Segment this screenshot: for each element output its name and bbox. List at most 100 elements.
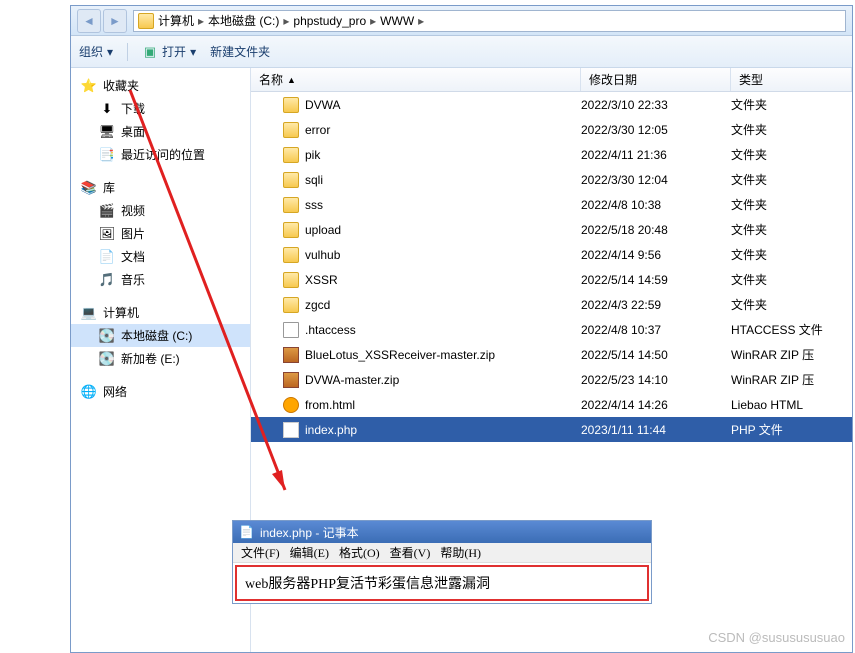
- breadcrumb[interactable]: 计算机▸ 本地磁盘 (C:)▸ phpstudy_pro▸ WWW▸: [133, 10, 846, 32]
- file-name: from.html: [305, 398, 355, 412]
- nav-item-label: 下载: [121, 100, 145, 117]
- file-date: 2022/5/14 14:59: [581, 273, 731, 287]
- nav-item-label: 图片: [121, 225, 145, 242]
- notepad-window: 📄index.php - 记事本 文件(F)编辑(E)格式(O)查看(V)帮助(…: [232, 520, 652, 604]
- nav-item-label: 最近访问的位置: [121, 146, 205, 163]
- file-type: 文件夹: [731, 271, 852, 288]
- file-type: 文件夹: [731, 96, 852, 113]
- file-name: index.php: [305, 423, 357, 437]
- file-date: 2022/4/3 22:59: [581, 298, 731, 312]
- breadcrumb-seg[interactable]: WWW: [380, 14, 414, 28]
- file-row[interactable]: XSSR 2022/5/14 14:59文件夹: [251, 267, 852, 292]
- file-type: 文件夹: [731, 121, 852, 138]
- file-name: XSSR: [305, 273, 338, 287]
- file-date: 2022/5/23 14:10: [581, 373, 731, 387]
- nav-item[interactable]: ⬇ 下载: [71, 97, 250, 120]
- nav-item-label: 新加卷 (E:): [121, 350, 180, 367]
- nav-item[interactable]: 🖥桌面: [71, 120, 250, 143]
- file-date: 2022/5/18 20:48: [581, 223, 731, 237]
- zip-icon: [283, 347, 299, 363]
- file-name: vulhub: [305, 248, 340, 262]
- file-row[interactable]: from.html2022/4/14 14:26Liebao HTML: [251, 392, 852, 417]
- file-date: 2022/3/30 12:04: [581, 173, 731, 187]
- file-type: HTACCESS 文件: [731, 321, 852, 338]
- file-date: 2022/4/14 14:26: [581, 398, 731, 412]
- libraries-header[interactable]: 📚库: [71, 176, 250, 199]
- zip-icon: [283, 372, 299, 388]
- column-headers: 名称 ▲ 修改日期 类型: [251, 68, 852, 92]
- file-row[interactable]: .htaccess2022/4/8 10:37HTACCESS 文件: [251, 317, 852, 342]
- network-header[interactable]: 🌐网络: [71, 380, 250, 403]
- file-row[interactable]: BlueLotus_XSSReceiver-master.zip2022/5/1…: [251, 342, 852, 367]
- notepad-menu-item[interactable]: 文件(F): [237, 544, 284, 561]
- notepad-menu-item[interactable]: 帮助(H): [436, 544, 485, 561]
- nav-item[interactable]: 💽本地磁盘 (C:): [71, 324, 250, 347]
- col-date[interactable]: 修改日期: [581, 68, 731, 91]
- folder-icon: [283, 272, 299, 288]
- video-icon: 🎬: [99, 203, 115, 219]
- file-row[interactable]: upload2022/5/18 20:48文件夹: [251, 217, 852, 242]
- nav-item[interactable]: 📄 文档: [71, 245, 250, 268]
- file-name: error: [305, 123, 330, 137]
- organize-button[interactable]: 组织 ▾: [79, 43, 113, 60]
- folder-icon: [283, 222, 299, 238]
- file-name: .htaccess: [305, 323, 356, 337]
- col-name[interactable]: 名称 ▲: [251, 68, 581, 91]
- open-button[interactable]: ▣打开 ▾: [142, 43, 196, 60]
- file-row[interactable]: error2022/3/30 12:05文件夹: [251, 117, 852, 142]
- file-type: PHP 文件: [731, 421, 852, 438]
- breadcrumb-seg[interactable]: phpstudy_pro: [293, 14, 366, 28]
- library-icon: 📚: [81, 180, 97, 196]
- nav-item[interactable]: 🎵音乐: [71, 268, 250, 291]
- breadcrumb-seg[interactable]: 计算机: [158, 12, 194, 29]
- download-icon: ⬇: [99, 101, 115, 117]
- file-row[interactable]: pik2022/4/11 21:36文件夹: [251, 142, 852, 167]
- forward-button[interactable]: ►: [103, 9, 127, 33]
- notepad-menu-item[interactable]: 格式(O): [335, 544, 384, 561]
- nav-item[interactable]: 📑 最近访问的位置: [71, 143, 250, 166]
- file-row[interactable]: DVWA2022/3/10 22:33文件夹: [251, 92, 852, 117]
- php-icon: [283, 422, 299, 438]
- nav-item[interactable]: 🎬 视频: [71, 199, 250, 222]
- watermark: CSDN @sususususuao: [708, 630, 845, 645]
- file-date: 2022/4/14 9:56: [581, 248, 731, 262]
- notepad-content[interactable]: web服务器PHP复活节彩蛋信息泄露漏洞: [235, 565, 649, 601]
- file-row[interactable]: sss2022/4/8 10:38文件夹: [251, 192, 852, 217]
- file-name: DVWA-master.zip: [305, 373, 399, 387]
- favorites-header[interactable]: ⭐收藏夹: [71, 74, 250, 97]
- nav-item-label: 视频: [121, 202, 145, 219]
- file-type: 文件夹: [731, 196, 852, 213]
- col-type[interactable]: 类型: [731, 68, 852, 91]
- file-name: DVWA: [305, 98, 341, 112]
- file-date: 2023/1/11 11:44: [581, 423, 731, 437]
- documents-icon: 📄: [99, 249, 115, 265]
- file-row[interactable]: zgcd2022/4/3 22:59文件夹: [251, 292, 852, 317]
- star-icon: ⭐: [81, 78, 97, 94]
- file-icon: [283, 322, 299, 338]
- nav-item-label: 音乐: [121, 271, 145, 288]
- file-date: 2022/5/14 14:50: [581, 348, 731, 362]
- file-type: 文件夹: [731, 221, 852, 238]
- file-row[interactable]: sqli2022/3/30 12:04文件夹: [251, 167, 852, 192]
- notepad-menu-item[interactable]: 查看(V): [386, 544, 435, 561]
- computer-header[interactable]: 💻计算机: [71, 301, 250, 324]
- notepad-icon: 📄: [239, 525, 254, 539]
- file-row[interactable]: index.php 2023/1/11 11:44PHP 文件: [251, 417, 852, 442]
- nav-item-label: 文档: [121, 248, 145, 265]
- file-row[interactable]: DVWA-master.zip2022/5/23 14:10WinRAR ZIP…: [251, 367, 852, 392]
- drive-icon: 💽: [99, 351, 115, 367]
- nav-item[interactable]: 🖼图片: [71, 222, 250, 245]
- recent-icon: 📑: [99, 147, 115, 163]
- folder-icon: [283, 147, 299, 163]
- back-button[interactable]: ◄: [77, 9, 101, 33]
- file-row[interactable]: vulhub2022/4/14 9:56文件夹: [251, 242, 852, 267]
- nav-item[interactable]: 💽 新加卷 (E:): [71, 347, 250, 370]
- notepad-titlebar[interactable]: 📄index.php - 记事本: [233, 521, 651, 543]
- nav-pane: ⭐收藏夹 ⬇ 下载 🖥桌面 📑 最近访问的位置 📚库 🎬 视频 🖼图片 📄 文档 🎵音乐 💻计算机…: [71, 68, 251, 652]
- file-type: 文件夹: [731, 146, 852, 163]
- nav-buttons: ◄ ►: [77, 9, 127, 33]
- folder-icon: [138, 13, 154, 29]
- new-folder-button[interactable]: 新建文件夹: [210, 43, 270, 60]
- breadcrumb-seg[interactable]: 本地磁盘 (C:): [208, 12, 279, 29]
- notepad-menu-item[interactable]: 编辑(E): [286, 544, 333, 561]
